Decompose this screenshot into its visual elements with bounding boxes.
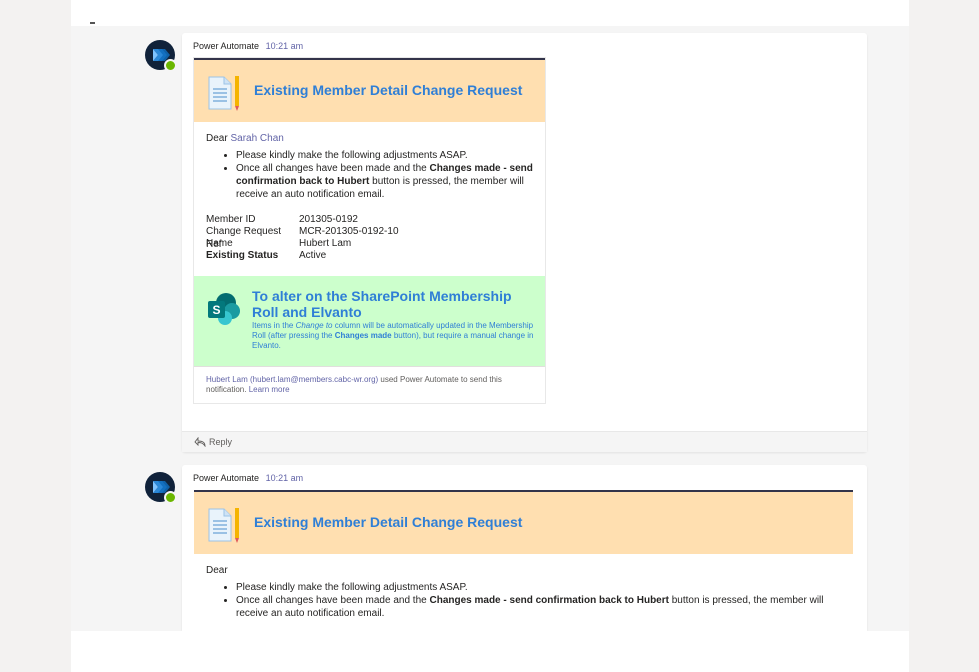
adaptive-card: Existing Member Detail Change Request De… — [194, 58, 545, 403]
fact-row: Existing Status Active — [206, 249, 533, 261]
reply-label: Reply — [209, 437, 233, 447]
card-body: Dear Please kindly make the following ad… — [194, 554, 853, 626]
fact-row: Name Hubert Lam — [206, 237, 533, 249]
card-footer: Hubert Lam (hubert.lam@members.cabc-wr.o… — [194, 366, 545, 403]
fact-set: Member ID 201305-0192 Change Request Ref… — [206, 213, 533, 261]
sharepoint-title: To alter on the SharePoint Membership Ro… — [252, 288, 512, 320]
message-1: Power Automate 10:21 am Existing Member … — [182, 33, 867, 452]
message-2: Power Automate 10:21 am Existing Member … — [182, 465, 867, 631]
list-item-text: Please kindly make the following adjustm… — [236, 582, 468, 593]
sender-email-link[interactable]: Hubert Lam (hubert.lam@members.cabc-wr.o… — [206, 375, 378, 384]
fact-label: Name — [206, 238, 233, 249]
card-header: Existing Member Detail Change Request — [194, 60, 545, 122]
avatar[interactable] — [145, 40, 177, 72]
list-item: Once all changes have been made and the … — [236, 594, 841, 620]
instruction-list: Please kindly make the following adjustm… — [206, 149, 533, 201]
list-item-text: Please kindly make the following adjustm… — [236, 150, 468, 161]
instruction-list: Please kindly make the following adjustm… — [206, 581, 841, 620]
desc-text: Items in the — [252, 321, 296, 330]
sharepoint-section: S To alter on the SharePoint Membership … — [194, 276, 545, 366]
reply-button[interactable]: Reply — [182, 431, 867, 452]
list-item-text: Once all changes have been made and the — [236, 595, 430, 606]
button-reference: Changes made - send confirmation back to… — [429, 595, 669, 606]
avatar[interactable] — [145, 472, 177, 504]
desc-emphasis: Change to — [295, 321, 333, 330]
greeting-label: Dear — [206, 133, 228, 144]
list-item: Please kindly make the following adjustm… — [236, 149, 533, 162]
reply-arrow-icon — [194, 437, 206, 447]
fact-row: Change Request Ref MCR-201305-0192-10 — [206, 225, 533, 250]
sender-name[interactable]: Power Automate — [193, 473, 259, 483]
adaptive-card: Existing Member Detail Change Request De… — [194, 490, 853, 626]
divider-mark — [90, 22, 95, 24]
list-item: Once all changes have been made and the … — [236, 162, 533, 201]
bottom-strip — [71, 631, 909, 672]
message-header: Power Automate 10:21 am — [193, 41, 303, 51]
card-header: Existing Member Detail Change Request — [194, 492, 853, 554]
desc-bold: Changes made — [334, 331, 392, 340]
fact-label: Member ID — [206, 214, 256, 225]
learn-more-link[interactable]: Learn more — [249, 385, 290, 394]
list-item: Please kindly make the following adjustm… — [236, 581, 841, 594]
chat-pane: Power Automate 10:21 am Existing Member … — [71, 0, 909, 672]
card-body: Dear Sarah Chan Please kindly make the f… — [194, 122, 545, 267]
list-item-text: Once all changes have been made and the — [236, 163, 430, 174]
fact-label: Existing Status — [206, 250, 279, 261]
fact-label: Change Request Ref — [206, 226, 282, 250]
greeting: Dear — [206, 564, 841, 577]
message-timestamp: 10:21 am — [265, 41, 304, 51]
top-strip — [71, 0, 909, 26]
presence-available-icon — [164, 491, 177, 504]
presence-available-icon — [164, 59, 177, 72]
message-header: Power Automate 10:21 am — [193, 473, 303, 483]
sharepoint-icon: S — [208, 293, 240, 325]
greeting: Dear Sarah Chan — [206, 132, 533, 145]
document-pencil-icon — [208, 508, 239, 543]
recipient-mention[interactable]: Sarah Chan — [230, 133, 283, 144]
fact-value: MCR-201305-0192-10 — [299, 226, 399, 237]
fact-row: Member ID 201305-0192 — [206, 213, 533, 225]
fact-value: 201305-0192 — [299, 214, 358, 225]
sharepoint-description: Items in the Change to column will be au… — [252, 321, 537, 351]
card-title: Existing Member Detail Change Request — [254, 82, 523, 98]
sender-name[interactable]: Power Automate — [193, 41, 259, 51]
message-timestamp: 10:21 am — [265, 473, 304, 483]
card-title: Existing Member Detail Change Request — [254, 514, 523, 530]
document-pencil-icon — [208, 76, 239, 111]
greeting-label: Dear — [206, 565, 228, 576]
svg-text:S: S — [212, 303, 220, 317]
fact-value: Active — [299, 250, 327, 261]
fact-value: Hubert Lam — [299, 238, 352, 249]
